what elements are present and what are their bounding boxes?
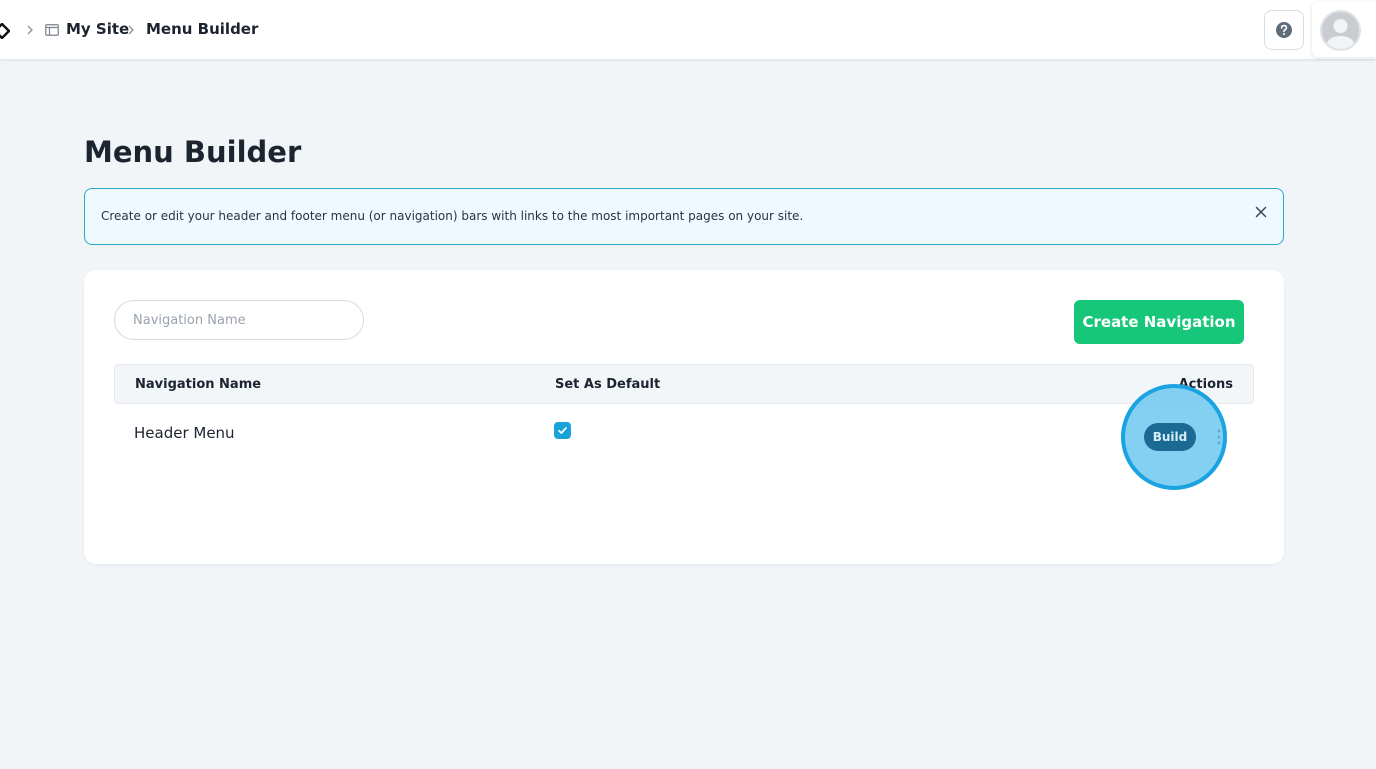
column-header-set-as-default: Set As Default [555,377,661,392]
create-navigation-button[interactable]: Create Navigation [1074,300,1244,344]
user-menu[interactable] [1312,2,1376,57]
avatar[interactable] [1320,10,1361,51]
column-header-navigation-name: Navigation Name [135,377,262,392]
navigation-card: Create Navigation Navigation Name Set As… [84,270,1284,564]
table-row: Header Menu [114,410,1254,460]
diamond-logo-icon[interactable] [0,23,10,39]
page-title: Menu Builder [84,135,302,169]
help-button[interactable] [1264,10,1304,50]
build-button[interactable]: Build [1144,423,1196,451]
chevron-right-icon [27,25,33,35]
more-options-icon[interactable] [1216,428,1222,446]
top-bar: My Site Menu Builder [0,0,1376,59]
chevron-right-icon [128,25,134,35]
user-silhouette-icon [1326,19,1355,49]
breadcrumb-site[interactable]: My Site [66,20,129,38]
info-banner: Create or edit your header and footer me… [84,188,1284,245]
navigation-name-cell: Header Menu [134,424,235,442]
window-icon [45,24,59,36]
info-banner-text: Create or edit your header and footer me… [101,209,804,223]
set-as-default-checkbox[interactable] [554,422,571,439]
question-circle-icon [1276,22,1292,38]
table-header: Navigation Name Set As Default Actions [114,364,1254,404]
breadcrumb-current-page: Menu Builder [146,20,259,38]
check-icon [558,427,567,434]
navigation-name-search-input[interactable] [114,300,364,340]
close-icon[interactable] [1253,204,1269,220]
